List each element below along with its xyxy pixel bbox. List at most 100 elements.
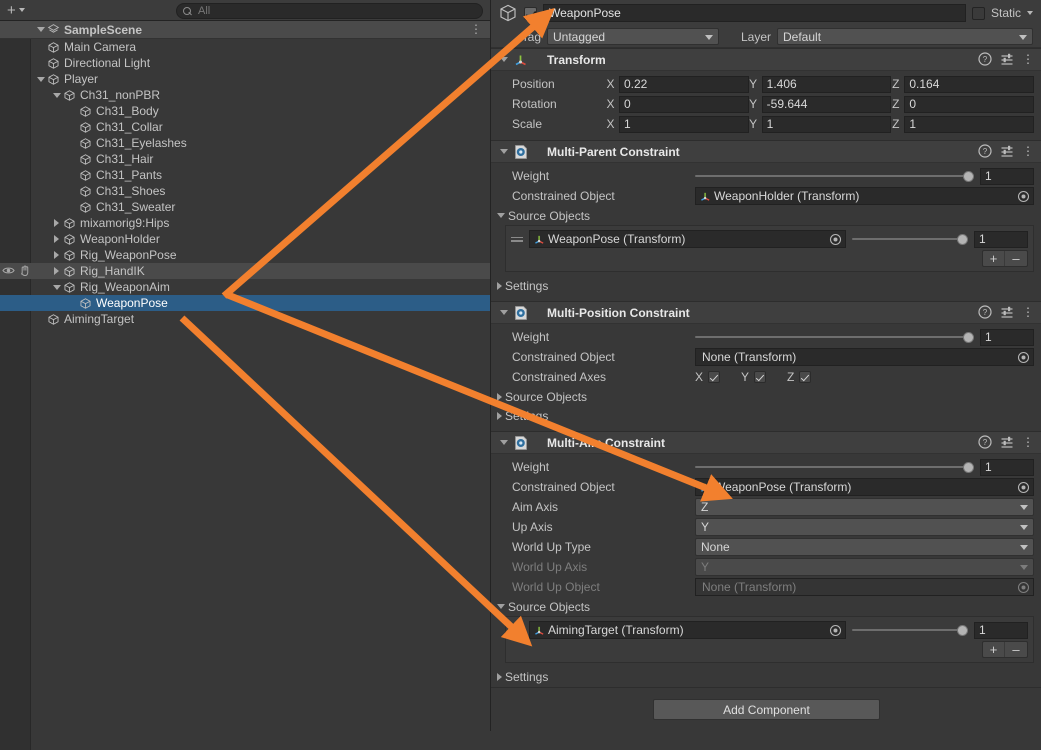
gameobject-enabled-checkbox[interactable] [524,6,537,20]
object-picker-icon[interactable] [1017,190,1030,203]
hand-icon[interactable] [18,264,31,280]
layer-dropdown[interactable]: Default [777,28,1033,45]
scene-foldout-toggle[interactable] [35,24,46,35]
hierarchy-item-rig-weaponaim[interactable]: Rig_WeaponAim [0,279,490,295]
aim-axis-dropdown[interactable]: Z [695,498,1034,516]
transform-z-input[interactable]: 0 [904,95,1035,113]
preset-icon[interactable] [1000,305,1014,319]
constrained-object-field[interactable]: WeaponPose (Transform) [695,478,1034,496]
hierarchy-item-ch31-shoes[interactable]: Ch31_Shoes [0,183,490,199]
multi-position-settings-foldout[interactable]: Settings [491,406,1034,425]
multi-aim-header[interactable]: Multi-Aim Constraint ? ⋮ [491,432,1041,454]
constrained-object-field[interactable]: None (Transform) [695,348,1034,366]
drag-handle-icon[interactable] [511,234,523,244]
preset-icon[interactable] [1000,52,1014,66]
hierarchy-item-weaponpose[interactable]: WeaponPose [0,295,490,311]
hierarchy-item-aimingtarget[interactable]: AimingTarget [0,311,490,327]
help-icon[interactable]: ? [978,435,992,449]
preset-icon[interactable] [1000,435,1014,449]
multi-aim-settings-foldout[interactable]: Settings [491,667,1034,686]
create-gameobject-button[interactable]: + [0,1,31,20]
slider-knob[interactable] [963,331,974,343]
eye-icon[interactable] [2,264,15,280]
hierarchy-item-rig-handik[interactable]: Rig_HandIK [0,263,490,279]
multi-parent-settings-foldout[interactable]: Settings [491,276,1034,295]
world-up-type-dropdown[interactable]: None [695,538,1034,556]
transform-z-input[interactable]: 1 [904,115,1035,133]
hierarchy-search-input[interactable]: All [176,3,483,19]
multi-parent-foldout-toggle[interactable] [497,149,511,154]
preset-icon[interactable] [1000,144,1014,158]
multi-position-foldout-toggle[interactable] [497,310,511,315]
slider-knob[interactable] [957,233,968,245]
hierarchy-item-rig-weaponpose[interactable]: Rig_WeaponPose [0,247,490,263]
hierarchy-item-weaponholder[interactable]: WeaponHolder [0,231,490,247]
component-kebab-icon[interactable]: ⋮ [1022,52,1034,66]
transform-y-input[interactable]: -59.644 [761,95,892,113]
scene-kebab-icon[interactable]: ⋮ [470,23,482,36]
hierarchy-item-main-camera[interactable]: Main Camera [0,39,490,55]
hierarchy-item-ch31-pants[interactable]: Ch31_Pants [0,167,490,183]
axis-checkbox[interactable] [799,371,812,383]
weight-slider[interactable] [695,169,974,183]
hierarchy-item-ch31-sweater[interactable]: Ch31_Sweater [0,199,490,215]
multi-aim-foldout-toggle[interactable] [497,440,511,445]
gameobject-name-input[interactable]: WeaponPose [543,4,966,22]
foldout-toggle[interactable] [35,74,46,85]
multi-position-source-objects-foldout[interactable]: Source Objects [491,387,1034,406]
foldout-toggle[interactable] [51,250,62,261]
hierarchy-item-ch31-collar[interactable]: Ch31_Collar [0,119,490,135]
object-picker-icon[interactable] [1017,481,1030,494]
transform-y-input[interactable]: 1.406 [761,75,892,93]
component-kebab-icon[interactable]: ⋮ [1022,144,1034,158]
source-weight-slider[interactable] [852,232,968,246]
constrained-object-field[interactable]: WeaponHolder (Transform) [695,187,1034,205]
object-picker-icon[interactable] [829,233,842,246]
foldout-toggle[interactable] [51,218,62,229]
weight-value-input[interactable]: 1 [980,328,1034,346]
weight-slider[interactable] [695,460,974,474]
object-picker-icon[interactable] [829,624,842,637]
add-source-button[interactable]: + [983,642,1005,657]
help-icon[interactable]: ? [978,144,992,158]
hierarchy-item-player[interactable]: Player [0,71,490,87]
axis-checkbox[interactable] [708,371,721,383]
help-icon[interactable]: ? [978,305,992,319]
hierarchy-item-ch31-hair[interactable]: Ch31_Hair [0,151,490,167]
hierarchy-item-ch31-nonpbr[interactable]: Ch31_nonPBR [0,87,490,103]
source-weight-input[interactable]: 1 [974,621,1028,639]
static-checkbox[interactable] [971,6,985,20]
transform-x-input[interactable]: 1 [619,115,749,133]
hierarchy-item-ch31-body[interactable]: Ch31_Body [0,103,490,119]
foldout-toggle[interactable] [51,266,62,277]
transform-foldout-toggle[interactable] [497,57,511,62]
slider-knob[interactable] [963,461,974,473]
remove-source-button[interactable]: – [1005,251,1027,266]
source-object-field[interactable]: AimingTarget (Transform) [529,621,846,639]
transform-y-input[interactable]: 1 [761,115,892,133]
add-component-button[interactable]: Add Component [653,699,880,720]
source-object-field[interactable]: WeaponPose (Transform) [529,230,846,248]
transform-header[interactable]: Transform ? ⋮ [491,49,1041,71]
static-dropdown-icon[interactable] [1027,11,1033,15]
multi-parent-source-objects-foldout[interactable]: Source Objects [491,206,1034,225]
up-axis-dropdown[interactable]: Y [695,518,1034,536]
component-kebab-icon[interactable]: ⋮ [1022,435,1034,449]
slider-knob[interactable] [957,624,968,636]
multi-parent-header[interactable]: Multi-Parent Constraint ? ⋮ [491,141,1041,163]
transform-x-input[interactable]: 0 [619,95,749,113]
weight-slider[interactable] [695,330,974,344]
tag-dropdown[interactable]: Untagged [547,28,719,45]
component-kebab-icon[interactable]: ⋮ [1022,305,1034,319]
hierarchy-item-directional-light[interactable]: Directional Light [0,55,490,71]
slider-knob[interactable] [963,170,974,182]
source-weight-input[interactable]: 1 [974,230,1028,248]
axis-checkbox[interactable] [754,371,767,383]
weight-value-input[interactable]: 1 [980,458,1034,476]
hierarchy-item-mixamorig9-hips[interactable]: mixamorig9:Hips [0,215,490,231]
object-picker-icon[interactable] [1017,351,1030,364]
weight-value-input[interactable]: 1 [980,167,1034,185]
foldout-toggle[interactable] [51,234,62,245]
multi-position-header[interactable]: Multi-Position Constraint ? ⋮ [491,302,1041,324]
add-source-button[interactable]: + [983,251,1005,266]
